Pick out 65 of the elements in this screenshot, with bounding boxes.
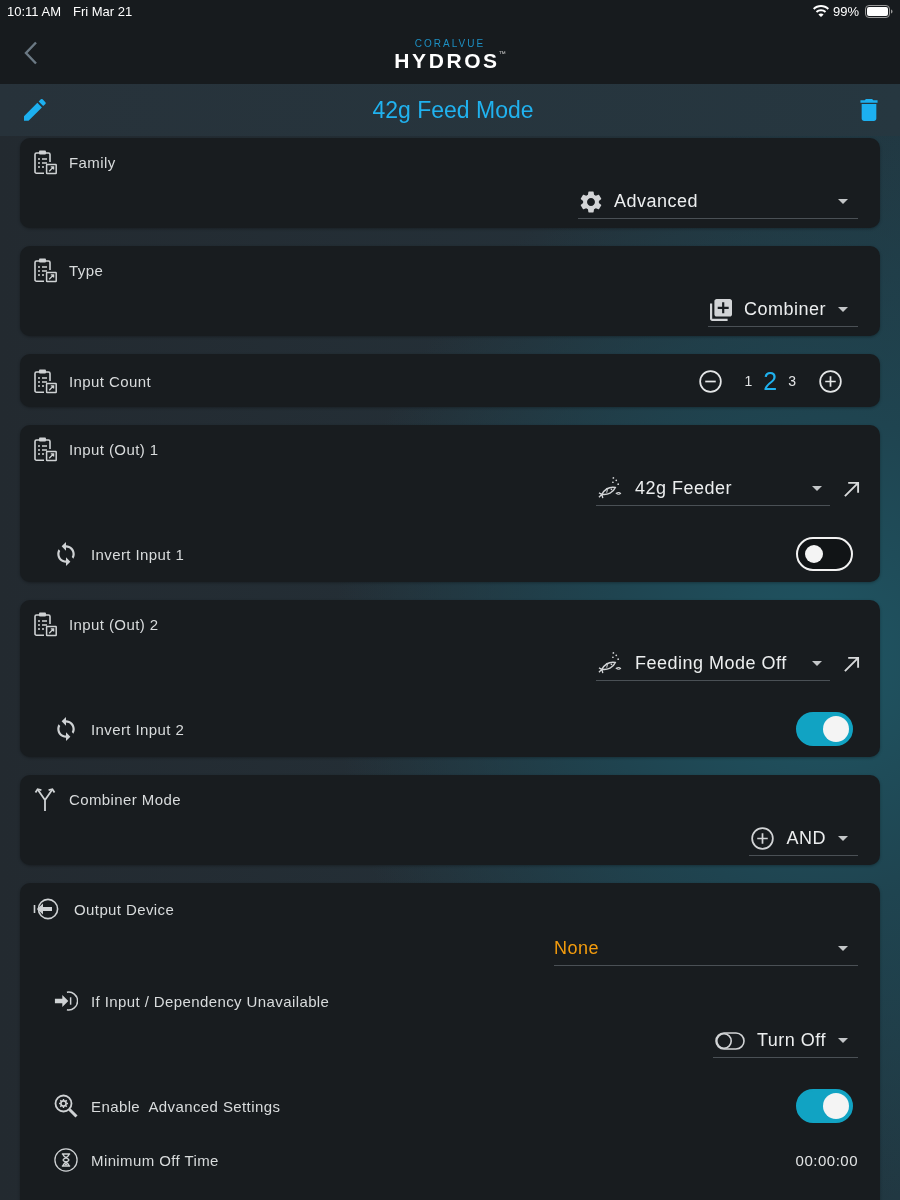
output-dropdown[interactable]: None <box>554 932 858 966</box>
count-option[interactable]: 3 <box>788 366 796 396</box>
cycle-arrows-icon <box>57 542 75 566</box>
field-label: Family <box>69 153 116 171</box>
caret-icon <box>838 946 848 951</box>
mode-dropdown[interactable]: AND <box>749 822 858 856</box>
input-dropdown[interactable]: 42g Feeder <box>596 472 830 506</box>
caret-icon <box>838 1038 848 1043</box>
caret-icon <box>812 486 822 491</box>
clipboard-icon <box>33 368 57 394</box>
field-label: Combiner Mode <box>69 790 181 808</box>
field-label: Type <box>69 261 104 279</box>
setting-label: If Input / Dependency Unavailable <box>91 992 330 1010</box>
count-option[interactable]: 2 <box>763 366 778 396</box>
battery-icon <box>865 4 893 18</box>
type-dropdown[interactable]: Combiner <box>707 293 858 327</box>
arrow-up-right-icon[interactable] <box>843 480 860 498</box>
caret-icon <box>838 836 848 841</box>
add-box-icon <box>709 298 732 321</box>
field-label: Input (Out) 1 <box>69 440 159 458</box>
caret-icon <box>838 307 848 312</box>
back-icon[interactable] <box>24 41 38 65</box>
gear-icon <box>580 190 602 213</box>
status-date: Fri Mar 21 <box>72 3 133 19</box>
toggle-outline-icon <box>714 1031 745 1050</box>
clipboard-icon <box>33 436 57 462</box>
fish-icon <box>598 476 623 501</box>
count-option[interactable]: 1 <box>744 366 753 396</box>
setting-label: Minimum Off Time <box>91 1151 219 1169</box>
right-arrow-arc-icon <box>54 989 78 1013</box>
toggle-switch[interactable] <box>796 712 853 746</box>
magnifier-gear-icon <box>54 1094 78 1118</box>
hourglass-icon <box>54 1148 78 1172</box>
duration-value[interactable]: 00:00:00 <box>795 1151 858 1169</box>
battery-percentage: 99% <box>832 3 859 19</box>
clipboard-icon <box>33 257 57 283</box>
minus-circle-icon[interactable] <box>698 369 722 393</box>
status-time: 10:11 AM <box>7 3 61 19</box>
clipboard-icon <box>33 611 57 637</box>
caret-icon <box>838 199 848 204</box>
left-arrow-circle-icon <box>33 897 59 921</box>
pencil-icon[interactable] <box>24 99 46 121</box>
caret-icon <box>812 661 822 666</box>
plus-circle-icon[interactable] <box>819 369 842 393</box>
plus-circle-icon <box>751 827 775 850</box>
arrow-up-right-icon[interactable] <box>843 655 860 673</box>
setting-label: Invert Input 1 <box>91 545 185 563</box>
trash-icon[interactable] <box>860 99 878 121</box>
fish-icon <box>598 651 623 676</box>
field-label: Output Device <box>74 900 175 918</box>
field-label: Input Count <box>69 372 151 390</box>
logo-wordmark: HYDROS <box>394 50 500 72</box>
logo-subtitle: CORALVUE <box>414 38 486 50</box>
clipboard-icon <box>33 149 57 175</box>
input-dropdown[interactable]: Feeding Mode Off <box>596 647 830 681</box>
fork-arrows-icon <box>33 786 57 812</box>
wifi-icon <box>812 5 829 17</box>
field-label: Input (Out) 2 <box>69 615 159 633</box>
setting-label: Enable Advanced Settings <box>91 1097 281 1115</box>
setting-label: Invert Input 2 <box>91 720 185 738</box>
family-dropdown[interactable]: Advanced <box>578 185 858 219</box>
fallback-dropdown[interactable]: Turn Off <box>712 1024 858 1058</box>
toggle-switch[interactable] <box>796 1089 853 1123</box>
page-title: 42g Feed Mode <box>372 96 534 124</box>
cycle-arrows-icon <box>57 717 75 741</box>
